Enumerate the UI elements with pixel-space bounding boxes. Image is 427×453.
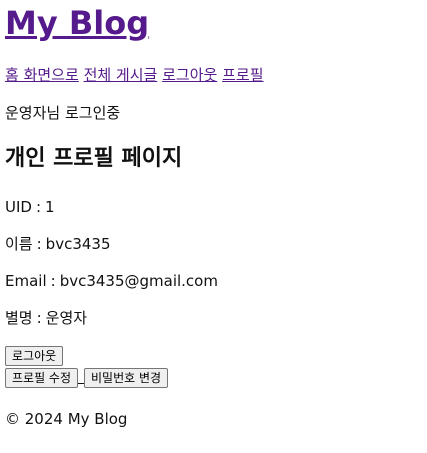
logout-button[interactable]: 로그아웃 (5, 346, 64, 366)
logout-form: 로그아웃 (5, 345, 64, 366)
name-value: bvc3435 (45, 235, 111, 253)
email-separator: : (50, 272, 56, 290)
uid-label: UID (5, 198, 32, 216)
nickname-value: 운영자 (45, 309, 88, 327)
nav-link-logout[interactable]: 로그아웃 (162, 66, 217, 84)
nav-link-profile[interactable]: 프로필 (222, 66, 263, 84)
uid-value: 1 (45, 198, 55, 216)
email-label: Email (5, 272, 47, 290)
login-status: 운영자님 로그인중 (5, 104, 121, 122)
name-label: 이름 (5, 235, 33, 253)
uid-separator: : (35, 198, 42, 216)
nickname-separator: : (36, 309, 42, 327)
main-nav: 홈 화면으로 전체 게시글 로그아웃 프로필 (5, 65, 264, 85)
profile-actions: 프로필 수정 비밀번호 변경 (5, 367, 169, 388)
email-value: bvc3435@gmail.com (59, 272, 218, 290)
page-heading: 개인 프로필 페이지 (5, 146, 183, 171)
nav-link-all-posts[interactable]: 전체 게시글 (84, 66, 158, 84)
footer-copyright: © 2024 My Blog (5, 410, 128, 428)
profile-field-nickname: 별명: 운영자 (5, 308, 87, 328)
nickname-label: 별명 (5, 309, 33, 327)
profile-field-uid: UID:1 (5, 197, 55, 217)
site-title: My Blog (5, 4, 149, 42)
nav-link-home[interactable]: 홈 화면으로 (5, 66, 79, 84)
edit-profile-button[interactable]: 프로필 수정 (5, 368, 79, 388)
site-title-link[interactable]: My Blog (5, 4, 149, 42)
name-separator: : (36, 235, 42, 253)
profile-field-email: Email: bvc3435@gmail.com (5, 271, 218, 291)
profile-field-name: 이름: bvc3435 (5, 234, 111, 254)
change-password-button[interactable]: 비밀번호 변경 (84, 368, 169, 388)
